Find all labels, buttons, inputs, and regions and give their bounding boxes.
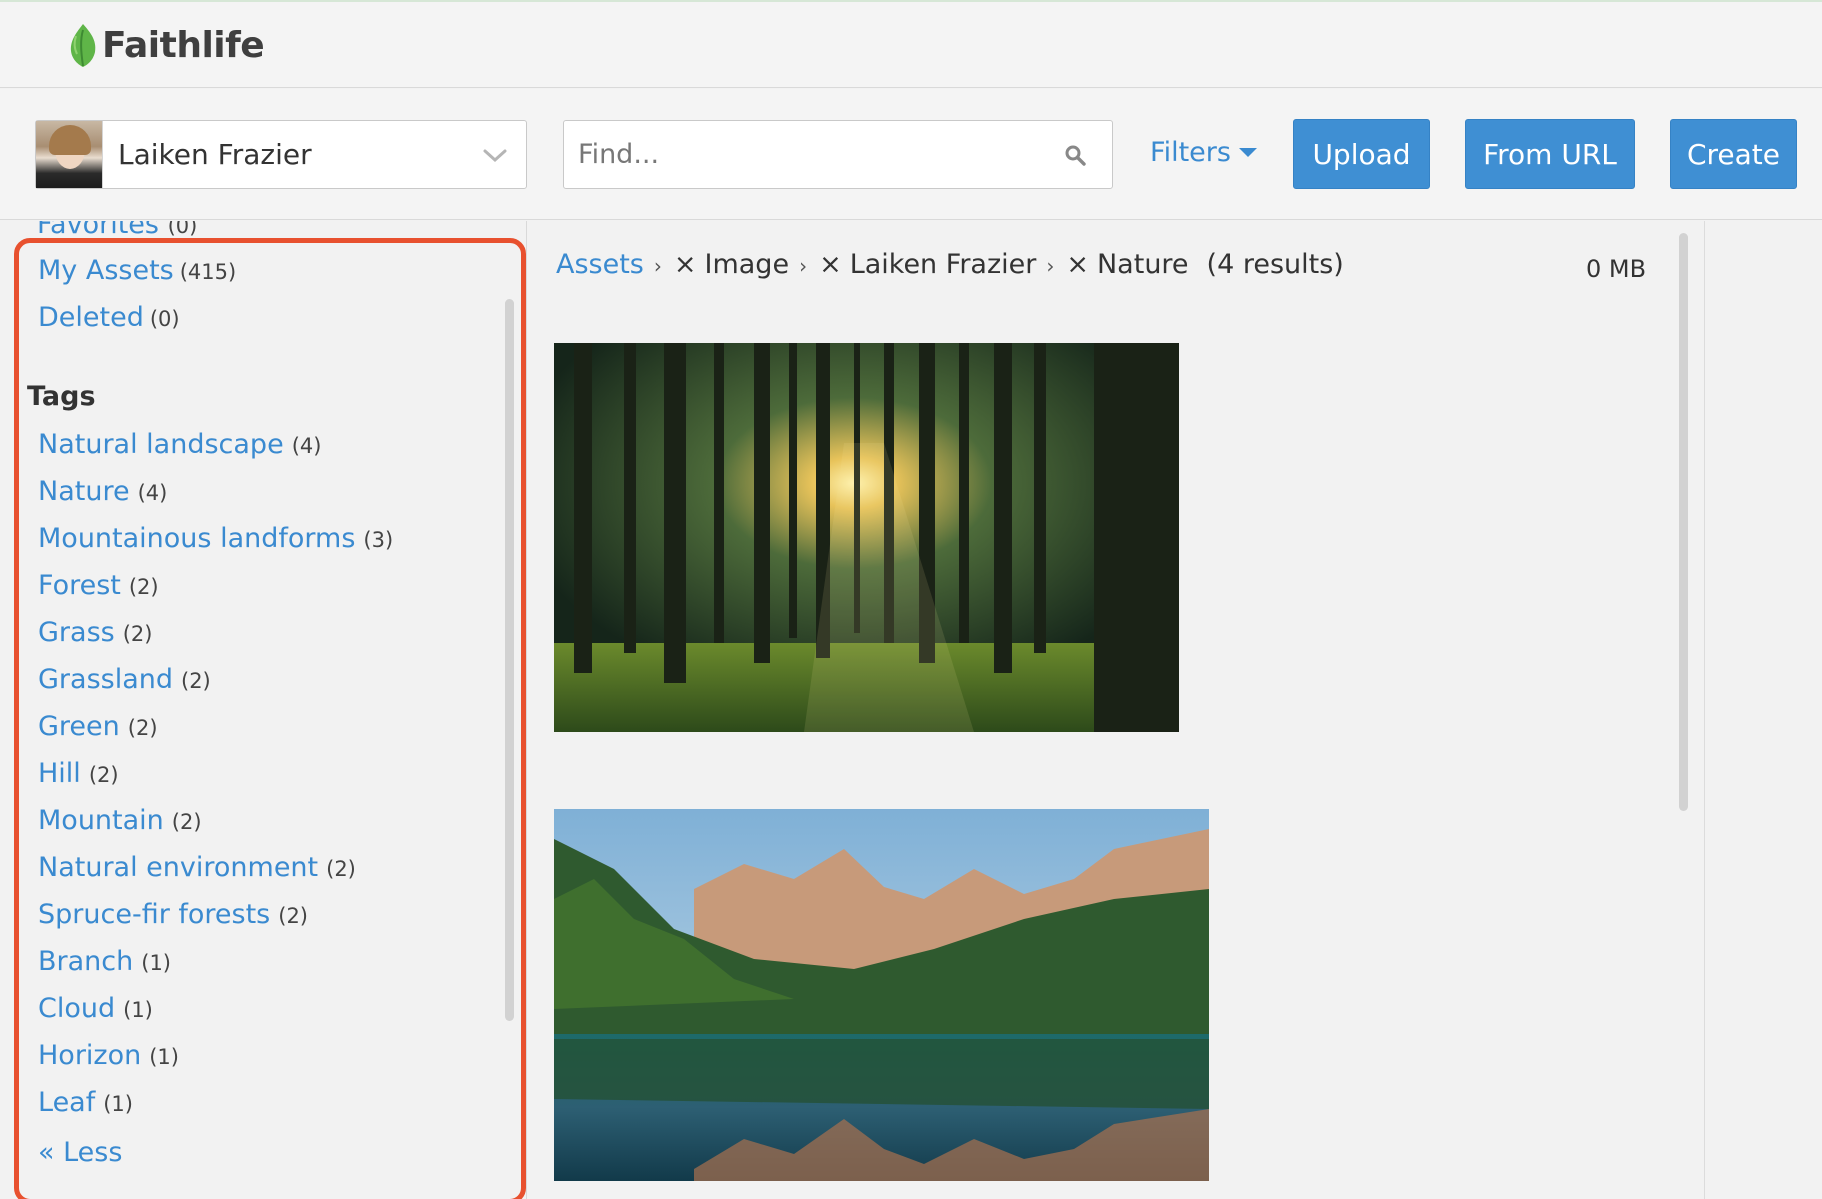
results-count: (4 results) bbox=[1206, 249, 1344, 280]
upload-button[interactable]: Upload bbox=[1293, 119, 1430, 189]
faithlife-logo[interactable]: Faithlife bbox=[68, 22, 265, 68]
toolbar: Laiken Frazier Filters Upload From URL C… bbox=[0, 89, 1822, 220]
sidebar-item-favorites[interactable]: Favorites (0) bbox=[37, 221, 197, 240]
tags-heading: Tags bbox=[27, 381, 96, 412]
total-size: 0 MB bbox=[1586, 255, 1647, 283]
search-icon[interactable] bbox=[1064, 144, 1086, 166]
tag-item[interactable]: Branch (1) bbox=[0, 946, 505, 993]
breadcrumb-filter-nature: Nature bbox=[1096, 249, 1189, 280]
tag-count: (1) bbox=[149, 1045, 179, 1069]
tag-item[interactable]: Mountain (2) bbox=[0, 805, 505, 852]
tag-label: Mountain bbox=[38, 805, 164, 836]
breadcrumb: Assets › × Image › × Laiken Frazier › × … bbox=[556, 249, 1344, 280]
tag-count: (1) bbox=[103, 1092, 133, 1116]
tag-label: Natural environment bbox=[38, 852, 319, 883]
item-count: (415) bbox=[179, 260, 237, 284]
tag-item[interactable]: Hill (2) bbox=[0, 758, 505, 805]
sidebar-item-deleted[interactable]: Deleted (0) bbox=[38, 302, 180, 333]
tag-label: Mountainous landforms bbox=[38, 523, 356, 554]
tag-count: (2) bbox=[181, 669, 211, 693]
remove-filter-user[interactable]: × bbox=[819, 249, 842, 280]
tag-item[interactable]: Nature (4) bbox=[0, 476, 505, 523]
from-url-button[interactable]: From URL bbox=[1465, 119, 1635, 189]
account-name: Laiken Frazier bbox=[118, 138, 312, 171]
tag-count: (4) bbox=[137, 481, 168, 505]
tag-label: Spruce-fir forests bbox=[38, 899, 271, 930]
tag-label: Branch bbox=[38, 946, 134, 977]
filters-dropdown[interactable]: Filters bbox=[1150, 137, 1257, 168]
tag-item[interactable]: Grass (2) bbox=[0, 617, 505, 664]
asset-thumbnail-forest[interactable] bbox=[554, 343, 1179, 732]
item-count: (0) bbox=[167, 221, 198, 238]
search-box bbox=[563, 120, 1113, 189]
tag-item[interactable]: Forest (2) bbox=[0, 570, 505, 617]
tag-count: (2) bbox=[122, 622, 153, 646]
tag-item[interactable]: Spruce-fir forests (2) bbox=[0, 899, 505, 946]
forest-image bbox=[554, 343, 1179, 732]
avatar bbox=[36, 121, 103, 188]
sidebar-item-my-assets[interactable]: My Assets (415) bbox=[38, 255, 236, 286]
filters-label: Filters bbox=[1150, 137, 1231, 168]
tag-count: (1) bbox=[123, 998, 153, 1022]
tag-label: Cloud bbox=[38, 993, 116, 1024]
tag-count: (2) bbox=[326, 857, 356, 881]
tag-item[interactable]: Grassland (2) bbox=[0, 664, 505, 711]
leaf-icon bbox=[70, 24, 96, 67]
main-content: Assets › × Image › × Laiken Frazier › × … bbox=[528, 221, 1822, 1199]
tag-label: Natural landscape bbox=[38, 429, 284, 460]
lake-image bbox=[554, 809, 1209, 1181]
tag-item[interactable]: Mountainous landforms (3) bbox=[0, 523, 505, 570]
tag-label: Hill bbox=[38, 758, 81, 789]
tag-item[interactable]: Cloud (1) bbox=[0, 993, 505, 1040]
breadcrumb-filter-image: Image bbox=[704, 249, 790, 280]
sidebar-item-label: My Assets bbox=[38, 255, 174, 286]
tag-count: (1) bbox=[141, 951, 171, 975]
main-divider bbox=[1704, 221, 1705, 1199]
tag-item[interactable]: Natural landscape (4) bbox=[0, 429, 505, 476]
show-less-link[interactable]: « Less bbox=[38, 1137, 122, 1168]
main-scrollbar[interactable] bbox=[1679, 233, 1688, 811]
tag-count: (3) bbox=[363, 528, 394, 552]
tag-label: Grassland bbox=[38, 664, 173, 695]
top-bar: Faithlife bbox=[0, 0, 1822, 88]
tag-count: (2) bbox=[278, 904, 308, 928]
remove-filter-nature[interactable]: × bbox=[1066, 249, 1089, 280]
sidebar: Favorites (0) My Assets (415) Deleted (0) … bbox=[0, 221, 527, 1199]
tag-item[interactable]: Horizon (1) bbox=[0, 1040, 505, 1087]
tag-label: Nature bbox=[38, 476, 130, 507]
tag-label: Horizon bbox=[38, 1040, 142, 1071]
tag-count: (2) bbox=[88, 763, 119, 787]
chevron-down-icon bbox=[483, 149, 507, 162]
breadcrumb-assets[interactable]: Assets bbox=[556, 249, 644, 280]
tag-label: Grass bbox=[38, 617, 115, 648]
tag-count: (2) bbox=[171, 810, 202, 834]
tag-label: Forest bbox=[38, 570, 121, 601]
tag-item[interactable]: Leaf (1) bbox=[0, 1087, 505, 1134]
sidebar-scrollbar[interactable] bbox=[505, 299, 514, 1021]
account-select[interactable]: Laiken Frazier bbox=[35, 120, 527, 189]
tag-label: Leaf bbox=[38, 1087, 96, 1118]
sidebar-item-label: Favorites bbox=[37, 221, 159, 240]
breadcrumb-separator: › bbox=[653, 254, 662, 278]
tag-count: (2) bbox=[127, 716, 158, 740]
asset-thumbnail-lake[interactable] bbox=[554, 809, 1209, 1181]
remove-filter-image[interactable]: × bbox=[674, 249, 697, 280]
sidebar-item-label: Deleted bbox=[38, 302, 144, 333]
tag-item[interactable]: Natural environment (2) bbox=[0, 852, 505, 899]
breadcrumb-filter-user: Laiken Frazier bbox=[849, 249, 1037, 280]
tag-item[interactable]: Green (2) bbox=[0, 711, 505, 758]
breadcrumb-separator: › bbox=[799, 254, 808, 278]
search-input[interactable] bbox=[564, 139, 1064, 170]
breadcrumb-separator: › bbox=[1046, 254, 1055, 278]
tag-label: Green bbox=[38, 711, 120, 742]
tag-count: (2) bbox=[128, 575, 159, 599]
logo-text: Faithlife bbox=[102, 24, 265, 66]
create-button[interactable]: Create bbox=[1670, 119, 1797, 189]
tag-list: Natural landscape (4) Nature (4) Mountaino… bbox=[0, 429, 505, 1134]
tag-count: (4) bbox=[291, 434, 322, 458]
caret-down-icon bbox=[1238, 148, 1257, 157]
item-count: (0) bbox=[149, 307, 180, 331]
